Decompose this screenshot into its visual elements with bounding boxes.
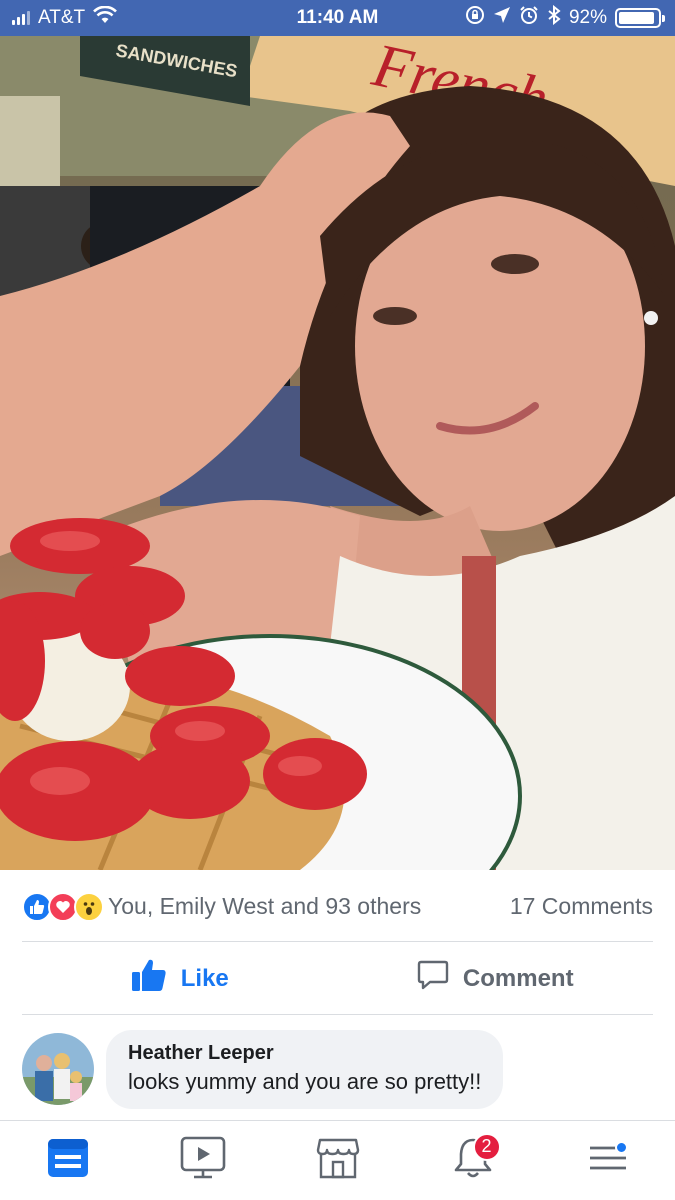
- like-button-label: Like: [180, 964, 229, 992]
- alarm-icon: [519, 5, 539, 31]
- tab-marketplace[interactable]: [308, 1131, 368, 1191]
- comment-text: looks yummy and you are so pretty!!: [128, 1068, 482, 1094]
- bottom-tab-bar: 2: [0, 1120, 675, 1200]
- reactions-link[interactable]: You, Emily West and 93 others: [22, 891, 422, 922]
- comment-bubble[interactable]: Heather Leeper looks yummy and you are s…: [106, 1029, 504, 1109]
- post-photo[interactable]: French SANDWICHES: [0, 36, 675, 870]
- post-action-row: Like Comment: [22, 943, 653, 1015]
- commenter-avatar[interactable]: [22, 1033, 94, 1105]
- comment-button-label: Comment: [462, 964, 574, 992]
- status-bar-right: 92%: [465, 4, 665, 31]
- battery-percent: 92%: [568, 7, 607, 28]
- thumbs-up-icon: [131, 958, 167, 999]
- like-button[interactable]: Like: [22, 958, 338, 999]
- comments-count-link[interactable]: 17 Comments: [510, 893, 653, 920]
- reaction-icons: [22, 891, 104, 922]
- notifications-badge: 2: [472, 1132, 501, 1161]
- marketplace-icon: [316, 1136, 360, 1185]
- reactions-summary-text: You, Emily West and 93 others: [108, 893, 422, 919]
- status-bar: AT&T 11:40 AM 92%: [0, 0, 675, 36]
- wow-reaction-icon: [74, 891, 104, 922]
- battery-fill: [619, 12, 654, 24]
- battery-icon: [615, 8, 665, 28]
- menu-notification-dot: [614, 1140, 628, 1154]
- rotation-lock-icon: [465, 5, 485, 31]
- video-icon: [180, 1136, 226, 1185]
- comment-author[interactable]: Heather Leeper: [128, 1042, 481, 1065]
- bluetooth-icon: [547, 4, 561, 31]
- status-bar-left: AT&T: [12, 5, 118, 30]
- carrier-label: AT&T: [38, 7, 86, 28]
- signal-icon: [12, 11, 30, 25]
- comment-item: Heather Leeper looks yummy and you are s…: [22, 1028, 653, 1110]
- news-feed-icon: [46, 1137, 90, 1184]
- comment-button[interactable]: Comment: [338, 959, 654, 998]
- wifi-icon: [93, 5, 118, 30]
- tab-news-feed[interactable]: [38, 1131, 98, 1191]
- tab-notifications[interactable]: 2: [443, 1131, 503, 1191]
- tab-watch[interactable]: [173, 1131, 233, 1191]
- photo-illustration: French SANDWICHES: [0, 36, 675, 870]
- comment-bubble-icon: [417, 959, 449, 998]
- tab-menu[interactable]: [578, 1131, 638, 1191]
- location-icon: [493, 6, 511, 30]
- reactions-summary-row: You, Emily West and 93 others 17 Comment…: [22, 872, 653, 942]
